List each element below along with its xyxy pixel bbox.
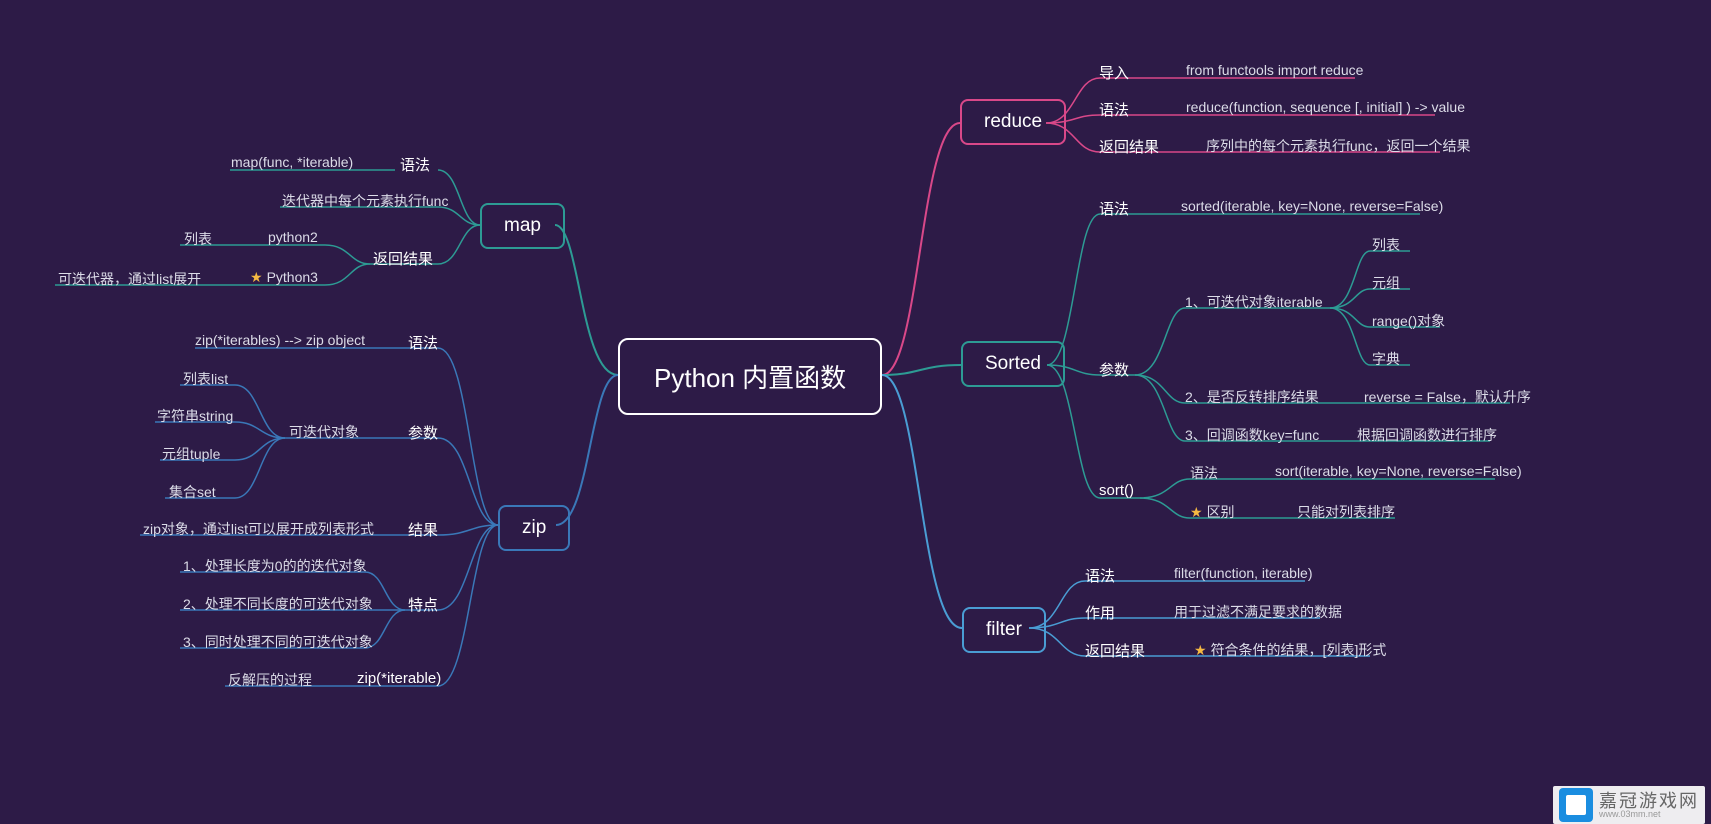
zip-syntax-value[interactable]: zip(*iterables) --> zip object	[195, 332, 365, 348]
sorted-p1c[interactable]: range()对象	[1372, 311, 1445, 331]
branch-zip[interactable]: zip	[498, 505, 570, 551]
reduce-import-label[interactable]: 导入	[1099, 62, 1129, 83]
map-exec[interactable]: 迭代器中每个元素执行func	[282, 191, 448, 211]
filter-return-value[interactable]: ★符合条件的结果，[列表]形式	[1194, 640, 1386, 660]
sorted-sort-syntax-label[interactable]: 语法	[1190, 463, 1218, 483]
sorted-syntax-label[interactable]: 语法	[1099, 198, 1129, 219]
zip-unzip-label[interactable]: zip(*iterable)	[357, 670, 441, 687]
filter-use-value[interactable]: 用于过滤不满足要求的数据	[1174, 602, 1342, 622]
zip-result-value[interactable]: zip对象，通过list可以展开成列表形式	[143, 519, 374, 539]
map-py3[interactable]: ★Python3	[250, 269, 318, 286]
zip-p2[interactable]: 字符串string	[157, 406, 233, 426]
sorted-p1b[interactable]: 元组	[1372, 273, 1400, 293]
filter-use-label[interactable]: 作用	[1085, 602, 1115, 623]
reduce-syntax-value[interactable]: reduce(function, sequence [, initial] ) …	[1186, 99, 1465, 115]
reduce-syntax-label[interactable]: 语法	[1099, 99, 1129, 120]
branch-sorted[interactable]: Sorted	[961, 341, 1065, 387]
reduce-return-label[interactable]: 返回结果	[1099, 136, 1159, 157]
star-icon: ★	[1194, 642, 1207, 658]
zip-feat-label[interactable]: 特点	[408, 594, 438, 615]
sorted-syntax-value[interactable]: sorted(iterable, key=None, reverse=False…	[1181, 198, 1443, 214]
watermark-main: 嘉冠游戏网	[1599, 792, 1699, 810]
sorted-p1d[interactable]: 字典	[1372, 349, 1400, 369]
watermark-sub: www.03mm.net	[1599, 810, 1699, 819]
sorted-p3[interactable]: 3、回调函数key=func	[1185, 425, 1319, 445]
zip-feat3[interactable]: 3、同时处理不同的可迭代对象	[183, 632, 373, 652]
sorted-sort-label[interactable]: sort()	[1099, 482, 1134, 499]
reduce-import-value[interactable]: from functools import reduce	[1186, 62, 1363, 78]
zip-feat1[interactable]: 1、处理长度为0的的迭代对象	[183, 556, 367, 576]
branch-reduce[interactable]: reduce	[960, 99, 1066, 145]
sorted-p3v[interactable]: 根据回调函数进行排序	[1357, 425, 1497, 445]
sorted-param-label[interactable]: 参数	[1099, 359, 1129, 380]
star-icon: ★	[250, 269, 263, 285]
watermark: 嘉冠游戏网 www.03mm.net	[1553, 786, 1705, 824]
star-icon: ★	[1190, 504, 1203, 520]
branch-map[interactable]: map	[480, 203, 565, 249]
sorted-sort-syntax-value[interactable]: sort(iterable, key=None, reverse=False)	[1275, 463, 1522, 479]
mindmap-canvas: Python 内置函数 map zip reduce Sorted filter…	[0, 0, 1711, 824]
reduce-return-value[interactable]: 序列中的每个元素执行func，返回一个结果	[1206, 136, 1470, 156]
map-return-label[interactable]: 返回结果	[373, 248, 433, 269]
zip-p4[interactable]: 集合set	[169, 482, 216, 502]
sorted-p2[interactable]: 2、是否反转排序结果	[1185, 387, 1319, 407]
filter-syntax-label[interactable]: 语法	[1085, 565, 1115, 586]
zip-result-label[interactable]: 结果	[408, 519, 438, 540]
zip-feat2[interactable]: 2、处理不同长度的可迭代对象	[183, 594, 373, 614]
zip-p1[interactable]: 列表list	[183, 369, 228, 389]
map-py2-val[interactable]: 列表	[184, 229, 212, 249]
map-py3-val[interactable]: 可迭代器，通过list展开	[58, 269, 201, 289]
sorted-diff-label[interactable]: ★区别	[1190, 502, 1235, 522]
center-node[interactable]: Python 内置函数	[618, 338, 882, 415]
map-syntax-label[interactable]: 语法	[400, 154, 430, 175]
sorted-p1a[interactable]: 列表	[1372, 235, 1400, 255]
zip-p3[interactable]: 元组tuple	[162, 444, 220, 464]
sorted-p1[interactable]: 1、可迭代对象iterable	[1185, 292, 1323, 312]
zip-param-value[interactable]: 可迭代对象	[289, 422, 359, 442]
map-syntax-value[interactable]: map(func, *iterable)	[231, 154, 353, 170]
map-py2[interactable]: python2	[268, 229, 318, 245]
sorted-diff-value[interactable]: 只能对列表排序	[1297, 502, 1395, 522]
watermark-icon	[1559, 788, 1593, 822]
filter-syntax-value[interactable]: filter(function, iterable)	[1174, 565, 1313, 581]
zip-unzip-value[interactable]: 反解压的过程	[228, 670, 312, 690]
zip-syntax-label[interactable]: 语法	[408, 332, 438, 353]
branch-filter[interactable]: filter	[962, 607, 1046, 653]
filter-return-label[interactable]: 返回结果	[1085, 640, 1145, 661]
sorted-p2v[interactable]: reverse = False，默认升序	[1364, 387, 1531, 407]
zip-param-label[interactable]: 参数	[408, 422, 438, 443]
